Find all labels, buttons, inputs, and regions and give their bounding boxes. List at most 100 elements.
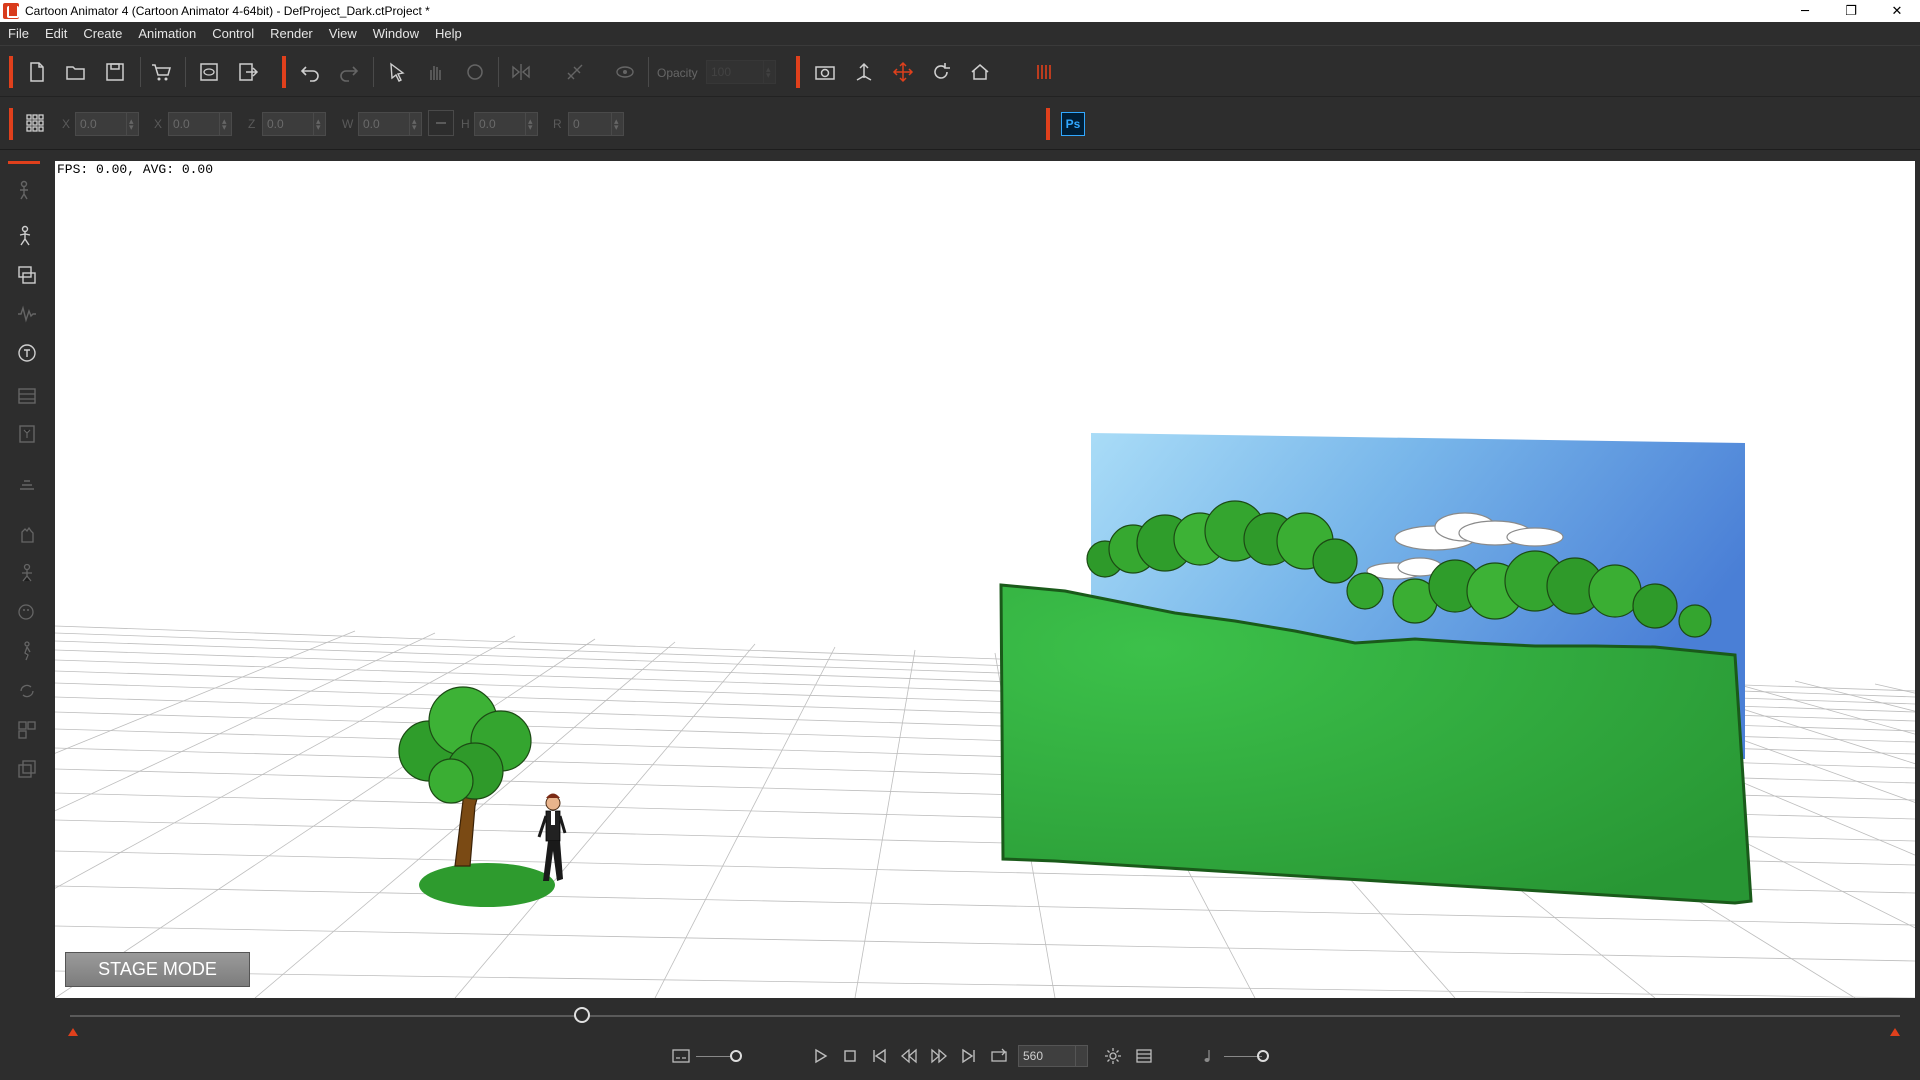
music-note-icon[interactable] bbox=[1196, 1044, 1220, 1068]
select-arrow-icon[interactable] bbox=[382, 57, 412, 87]
new-file-icon[interactable] bbox=[22, 57, 52, 87]
stage-mode-button[interactable]: STAGE MODE bbox=[65, 952, 250, 987]
h-field[interactable]: 0.0 bbox=[474, 110, 538, 138]
loop-playback-icon[interactable] bbox=[987, 1044, 1011, 1068]
end-marker-icon[interactable] bbox=[1890, 1028, 1900, 1036]
rotate-icon[interactable] bbox=[926, 57, 956, 87]
z-value: 0.0 bbox=[267, 117, 284, 131]
store-cart-icon[interactable] bbox=[146, 57, 176, 87]
motion-icon[interactable] bbox=[14, 471, 40, 497]
timeline-track[interactable] bbox=[70, 1015, 1900, 1017]
character-icon[interactable] bbox=[14, 177, 40, 203]
menu-create[interactable]: Create bbox=[75, 22, 130, 46]
grid-view-icon[interactable] bbox=[20, 108, 50, 138]
frame-number-field[interactable]: 560 bbox=[1018, 1045, 1088, 1067]
first-field[interactable]: 0.0 bbox=[75, 110, 139, 138]
redo-icon[interactable] bbox=[334, 57, 364, 87]
camera-icon[interactable] bbox=[810, 57, 840, 87]
h-value: 0.0 bbox=[479, 117, 496, 131]
opacity-value: 100 bbox=[711, 65, 732, 79]
sprite-grid-icon[interactable] bbox=[14, 383, 40, 409]
hand-pan-icon[interactable] bbox=[420, 57, 450, 87]
save-icon[interactable] bbox=[100, 57, 130, 87]
transform-icon[interactable] bbox=[460, 57, 490, 87]
window-controls: ─ ❐ ✕ bbox=[1782, 0, 1920, 22]
visibility-icon[interactable] bbox=[610, 57, 640, 87]
panel-accent-bar bbox=[8, 161, 40, 164]
settings-gear-icon[interactable] bbox=[1101, 1044, 1125, 1068]
align-icon[interactable] bbox=[560, 57, 590, 87]
w-value: 0.0 bbox=[363, 117, 380, 131]
left-tool-panel bbox=[0, 151, 54, 1003]
opacity-field[interactable]: 100 bbox=[706, 58, 776, 86]
toolbar-accent-bar bbox=[1046, 108, 1050, 140]
move-xy-icon[interactable] bbox=[888, 57, 918, 87]
text-bubble-icon[interactable] bbox=[14, 340, 40, 366]
app-logo-icon bbox=[3, 3, 19, 19]
content-manager-icon[interactable] bbox=[14, 756, 40, 782]
toolbar-accent-bar bbox=[9, 108, 13, 140]
render-list-icon[interactable] bbox=[1132, 1044, 1156, 1068]
scene-layers-icon[interactable] bbox=[14, 262, 40, 288]
menu-control[interactable]: Control bbox=[204, 22, 262, 46]
start-marker-icon[interactable] bbox=[68, 1028, 78, 1036]
flip-icon[interactable] bbox=[506, 57, 536, 87]
r-field[interactable]: 0 bbox=[568, 110, 624, 138]
play-icon[interactable] bbox=[808, 1044, 832, 1068]
menu-window[interactable]: Window bbox=[365, 22, 427, 46]
toolbar-accent-bar bbox=[282, 56, 286, 88]
link-ratio-icon[interactable] bbox=[428, 110, 454, 136]
stage-scene bbox=[55, 433, 1915, 998]
first-value: 0.0 bbox=[80, 117, 97, 131]
undo-icon[interactable] bbox=[295, 57, 325, 87]
composer-icon[interactable] bbox=[14, 717, 40, 743]
home-icon[interactable] bbox=[965, 57, 995, 87]
x-field[interactable]: 0.0 bbox=[168, 110, 232, 138]
export-icon[interactable] bbox=[233, 57, 263, 87]
z-label: Z bbox=[248, 117, 256, 131]
menu-view[interactable]: View bbox=[321, 22, 365, 46]
menu-help[interactable]: Help bbox=[427, 22, 470, 46]
opacity-label: Opacity bbox=[657, 66, 698, 80]
move-z-icon[interactable] bbox=[849, 57, 879, 87]
open-folder-icon[interactable] bbox=[61, 57, 91, 87]
z-field[interactable]: 0.0 bbox=[262, 110, 326, 138]
preview-icon[interactable] bbox=[194, 57, 224, 87]
fps-readout: FPS: 0.00, AVG: 0.00 bbox=[57, 162, 214, 177]
menu-file[interactable]: File bbox=[0, 22, 37, 46]
loop-icon[interactable] bbox=[14, 678, 40, 704]
puppet-icon[interactable] bbox=[14, 560, 40, 586]
audio-wave-icon[interactable] bbox=[14, 301, 40, 327]
r-value: 0 bbox=[573, 117, 580, 131]
photoshop-edit-button[interactable]: Ps bbox=[1061, 112, 1085, 136]
go-end-icon[interactable] bbox=[957, 1044, 981, 1068]
bone-rig-icon[interactable] bbox=[14, 223, 40, 249]
timeline-panel-icon[interactable] bbox=[1029, 57, 1059, 87]
menu-edit[interactable]: Edit bbox=[37, 22, 75, 46]
title-bar: Cartoon Animator 4 (Cartoon Animator 4-6… bbox=[0, 0, 1920, 22]
prev-key-icon[interactable] bbox=[897, 1044, 921, 1068]
restore-button[interactable]: ❐ bbox=[1828, 0, 1874, 22]
stage-viewport[interactable]: FPS: 0.00, AVG: 0.00 STAGE MODE bbox=[55, 161, 1915, 998]
pose-frame-icon[interactable] bbox=[14, 421, 40, 447]
speed-slider-track[interactable] bbox=[696, 1056, 732, 1057]
stop-icon[interactable] bbox=[838, 1044, 862, 1068]
w-field[interactable]: 0.0 bbox=[358, 110, 422, 138]
go-start-icon[interactable] bbox=[867, 1044, 891, 1068]
transform-toolbar: X 0.0 X 0.0 Z 0.0 W 0.0 H 0.0 R 0 bbox=[0, 98, 1920, 150]
next-key-icon[interactable] bbox=[927, 1044, 951, 1068]
volume-slider-knob[interactable] bbox=[1257, 1050, 1269, 1062]
hand-gesture-icon[interactable] bbox=[14, 521, 40, 547]
main-toolbar: Opacity 100 bbox=[0, 47, 1920, 97]
menu-render[interactable]: Render bbox=[262, 22, 321, 46]
face-puppet-icon[interactable] bbox=[14, 599, 40, 625]
close-button[interactable]: ✕ bbox=[1874, 0, 1920, 22]
r-label: R bbox=[553, 117, 562, 131]
speed-slider-knob[interactable] bbox=[730, 1050, 742, 1062]
walk-icon[interactable] bbox=[14, 638, 40, 664]
x-field-label: X bbox=[154, 117, 163, 131]
menu-animation[interactable]: Animation bbox=[130, 22, 204, 46]
timeline-playhead[interactable] bbox=[574, 1007, 591, 1023]
subtitle-icon[interactable] bbox=[669, 1044, 693, 1068]
minimize-button[interactable]: ─ bbox=[1782, 0, 1828, 22]
